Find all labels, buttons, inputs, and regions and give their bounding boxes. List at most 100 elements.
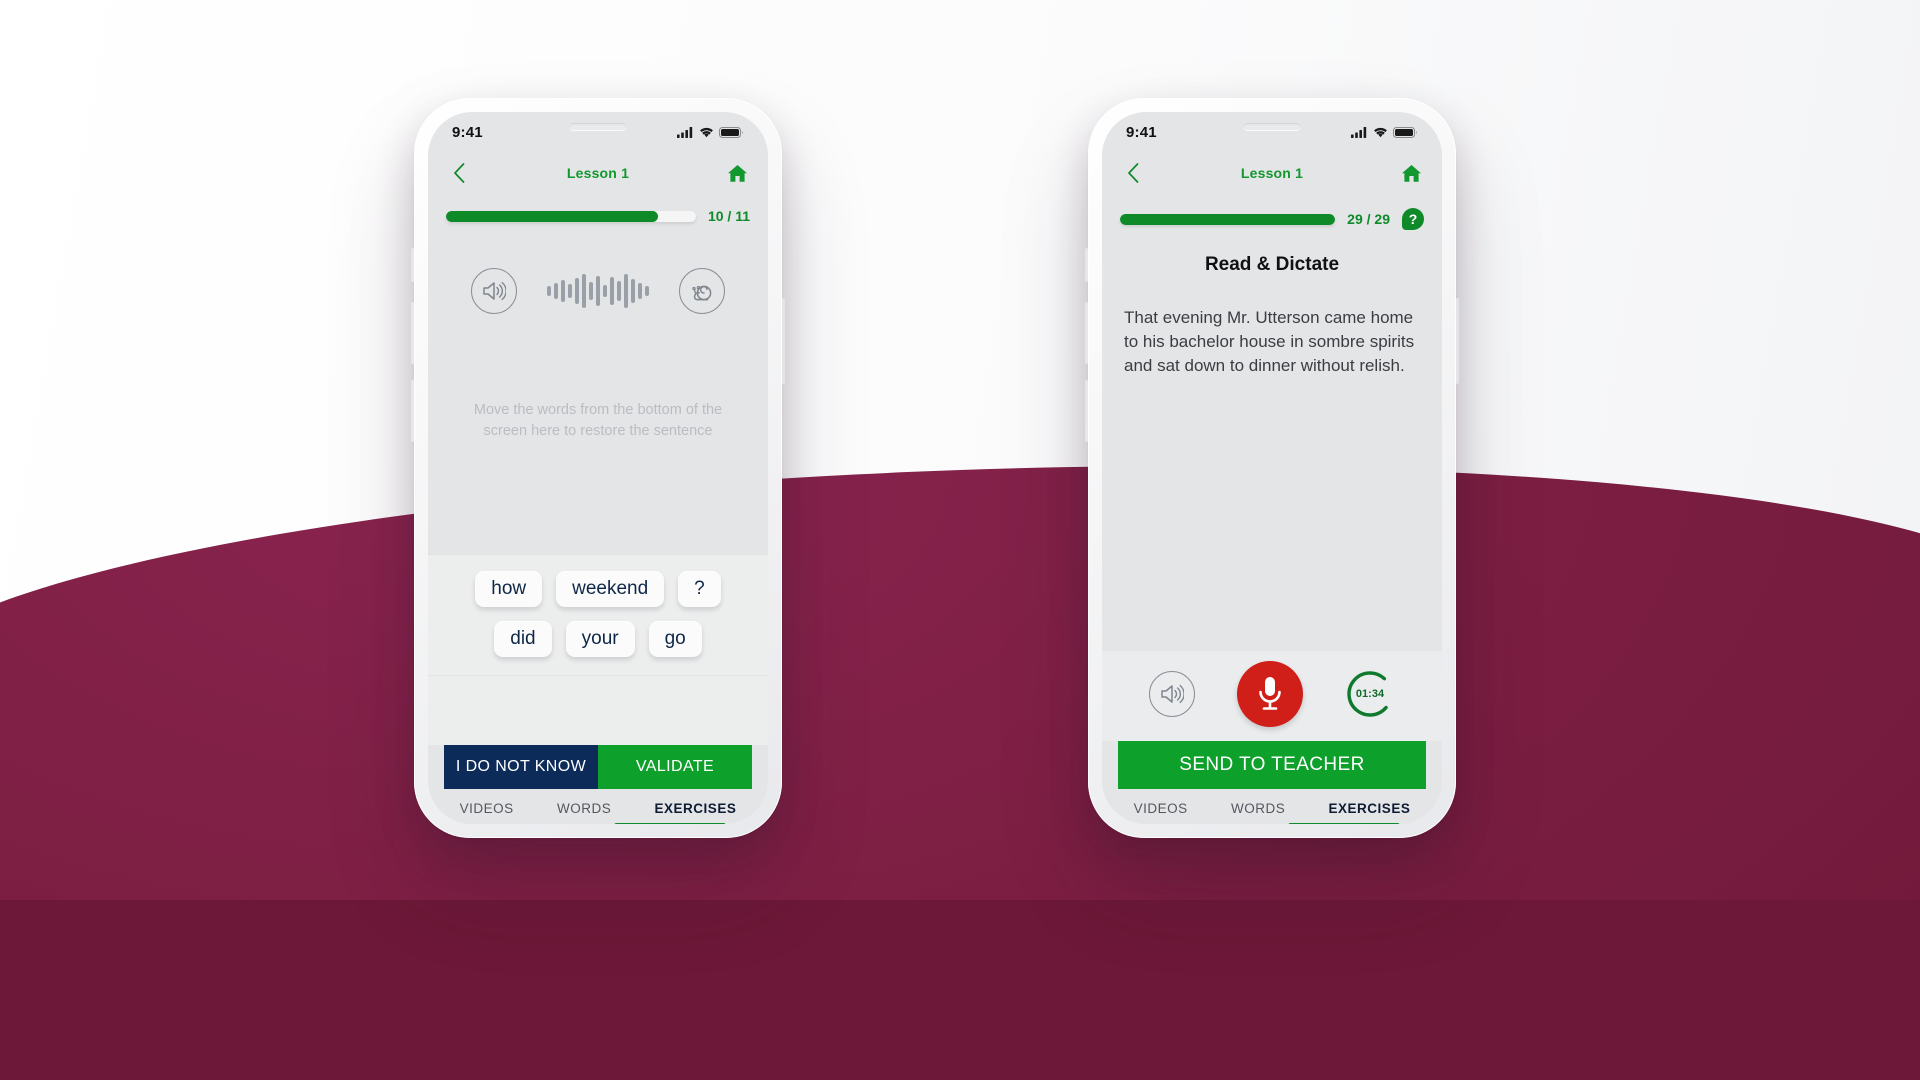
tab-bar: VIDEOS WORDS EXERCISES	[428, 789, 768, 824]
navigation-bar: Lesson 1	[1102, 152, 1442, 194]
status-bar: 9:41	[1102, 112, 1442, 152]
tab-words[interactable]: WORDS	[1231, 801, 1285, 816]
waveform-bar	[645, 286, 649, 296]
power-button[interactable]	[1456, 298, 1459, 384]
waveform-bar	[603, 285, 607, 297]
microphone-icon	[1259, 677, 1281, 710]
home-indicator[interactable]	[614, 823, 726, 824]
volume-up-button[interactable]	[1085, 302, 1088, 364]
cellular-bars-icon	[677, 126, 693, 138]
word-tile[interactable]: did	[494, 621, 552, 657]
exercise-title: Read & Dictate	[1204, 254, 1340, 275]
word-tile[interactable]: weekend	[556, 571, 665, 607]
progress-label: 10 / 11	[707, 208, 750, 224]
waveform-bar	[582, 274, 586, 308]
mute-switch[interactable]	[1085, 248, 1088, 282]
waveform-bar	[589, 282, 593, 300]
passage-text: That evening Mr. Utterson came home to h…	[1124, 308, 1415, 376]
tab-words[interactable]: WORDS	[557, 801, 611, 816]
play-audio-button[interactable]	[471, 268, 517, 314]
snail-icon	[692, 285, 712, 301]
record-button[interactable]	[1237, 661, 1303, 727]
timer[interactable]: 01:34	[1345, 669, 1395, 719]
progress-bar	[1120, 213, 1336, 225]
cellular-bars-icon	[1351, 126, 1367, 138]
word-tiles-area: how weekend? did your go	[428, 554, 768, 675]
status-time: 9:41	[452, 123, 483, 141]
tab-bar: VIDEOS WORDS EXERCISES	[1102, 789, 1442, 824]
status-time: 9:41	[1126, 123, 1157, 141]
battery-icon	[719, 126, 743, 138]
phone-screen-left: 9:41 Lesson 1 10 / 11 Move the words fro…	[428, 112, 768, 824]
waveform-bar	[596, 276, 600, 306]
word-tile-row: did your go	[444, 621, 752, 657]
exercise-content: 29 / 29 ? Read & Dictate That evening Mr…	[1102, 194, 1442, 741]
slow-playback-button[interactable]	[679, 268, 725, 314]
waveform-bar	[575, 278, 579, 304]
volume-down-button[interactable]	[1085, 380, 1088, 442]
page-title: Lesson 1	[1240, 165, 1304, 181]
back-button[interactable]	[446, 160, 472, 186]
tab-exercises[interactable]: EXERCISES	[1329, 801, 1411, 816]
waveform-bar	[624, 274, 628, 308]
waveform-bar	[610, 277, 614, 305]
status-bar: 9:41	[428, 112, 768, 152]
speaker-icon	[1161, 684, 1184, 704]
word-tile[interactable]: go	[648, 621, 702, 657]
volume-down-button[interactable]	[411, 380, 414, 442]
progress-row: 29 / 29 ?	[1102, 194, 1442, 240]
wifi-icon	[1374, 127, 1387, 137]
waveform-bar	[561, 280, 565, 302]
action-buttons: SEND TO TEACHER	[1118, 741, 1426, 789]
word-tile[interactable]: your	[565, 621, 635, 657]
power-button[interactable]	[782, 298, 785, 384]
record-controls: 01:34	[1102, 651, 1442, 741]
battery-icon	[1393, 126, 1417, 138]
navigation-bar: Lesson 1	[428, 152, 768, 194]
validate-button[interactable]: VALIDATE	[598, 745, 752, 789]
speaker-icon	[483, 281, 506, 301]
phone-mockup-left: 9:41 Lesson 1 10 / 11 Move the words fro…	[411, 98, 785, 838]
timer-label: 01:34	[1355, 688, 1385, 700]
send-to-teacher-button[interactable]: SEND TO TEACHER	[1118, 741, 1426, 789]
tab-videos[interactable]: VIDEOS	[1134, 801, 1188, 816]
mute-switch[interactable]	[411, 248, 414, 282]
progress-bar	[446, 210, 696, 222]
phone-mockup-right: 9:41 Lesson 1 29 / 29 ? Read & Dictate T…	[1085, 98, 1459, 838]
word-tile-row: how weekend?	[444, 571, 752, 607]
chevron-left-icon	[1127, 163, 1138, 183]
home-icon	[727, 164, 747, 182]
word-tile[interactable]: how	[475, 571, 543, 607]
word-dropzone[interactable]: Move the words from the bottom of the sc…	[428, 314, 768, 554]
play-audio-button[interactable]	[1149, 671, 1195, 717]
status-icons	[1351, 126, 1418, 138]
tab-exercises[interactable]: EXERCISES	[655, 801, 737, 816]
background-maroon-fill	[0, 900, 1920, 1080]
home-button[interactable]	[1398, 160, 1424, 186]
dropzone-instruction: Move the words from the bottom of the sc…	[473, 402, 723, 439]
help-button[interactable]: ?	[1402, 208, 1424, 230]
action-buttons: I DO NOT KNOW VALIDATE	[444, 745, 752, 789]
back-button[interactable]	[1120, 160, 1146, 186]
progress-label: 29 / 29	[1347, 211, 1390, 227]
home-button[interactable]	[724, 160, 750, 186]
progress-row: 10 / 11	[428, 194, 768, 234]
chevron-left-icon	[453, 163, 464, 183]
i-do-not-know-button[interactable]: I DO NOT KNOW	[444, 745, 598, 789]
earpiece-speaker	[570, 123, 626, 130]
page-title: Lesson 1	[566, 165, 630, 181]
audio-controls	[428, 234, 768, 314]
waveform-bar	[554, 283, 558, 299]
answer-area[interactable]	[428, 675, 768, 745]
home-indicator[interactable]	[1288, 823, 1400, 824]
home-icon	[1401, 164, 1421, 182]
word-tile[interactable]: ?	[678, 571, 721, 607]
waveform-bar	[638, 283, 642, 299]
progress-bar-fill	[1120, 213, 1336, 225]
progress-bar-fill	[446, 210, 659, 222]
volume-up-button[interactable]	[411, 302, 414, 364]
tab-videos[interactable]: VIDEOS	[460, 801, 514, 816]
phone-screen-right: 9:41 Lesson 1 29 / 29 ? Read & Dictate T…	[1102, 112, 1442, 824]
wifi-icon	[700, 127, 713, 137]
exercise-content: 10 / 11 Move the words from the bottom o…	[428, 194, 768, 745]
